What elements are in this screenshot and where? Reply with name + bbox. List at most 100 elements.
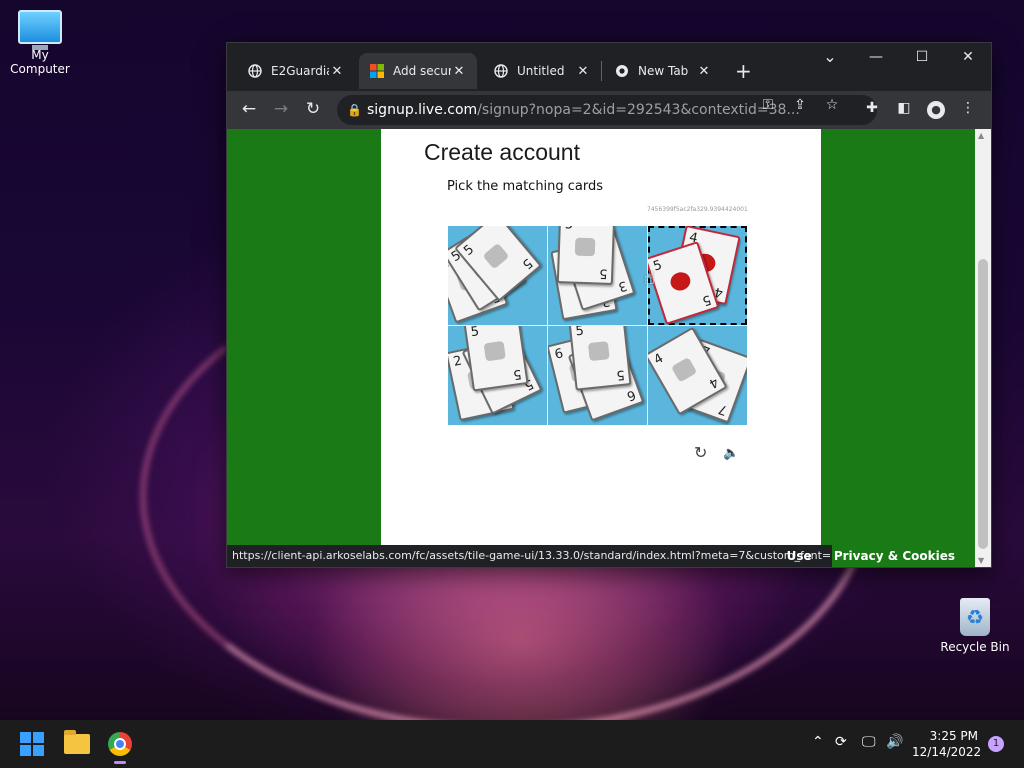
tab-label: New Tab — [638, 64, 689, 78]
card-number: 5 — [565, 226, 574, 233]
browser-toolbar: ← → ↻ 🔒 signup.live.com /signup?nopa=2&i… — [227, 91, 991, 129]
sync-icon[interactable]: ⟳ — [835, 734, 847, 750]
scroll-thumb[interactable] — [978, 259, 988, 549]
footer-links: Use Privacy & Cookies — [769, 549, 955, 563]
challenge-prompt: Pick the matching cards — [447, 179, 604, 194]
desktop-icon-my-computer[interactable]: My Computer — [0, 10, 80, 76]
close-window-button[interactable]: ✕ — [945, 49, 991, 65]
tab-strip: E2Guardian ✕ Add security info ✕ Untitle… — [227, 43, 991, 91]
profile-avatar-icon[interactable]: ● — [927, 101, 945, 119]
lock-icon: 🔒 — [347, 103, 362, 117]
minimize-button[interactable]: — — [853, 49, 899, 65]
card-number: 5 — [598, 265, 608, 281]
star-icon — [574, 237, 596, 257]
tab-label: Add security info — [393, 64, 451, 78]
vertical-scrollbar[interactable]: ▲ ▼ — [975, 129, 991, 567]
signup-panel: Create account Pick the matching cards 7… — [381, 129, 821, 567]
tab-new-tab[interactable]: New Tab ✕ — [604, 53, 722, 89]
face-icon — [482, 242, 510, 270]
chrome-taskbar-button[interactable] — [104, 728, 136, 764]
chrome-icon — [108, 732, 132, 756]
bug-icon — [668, 269, 693, 294]
new-tab-button[interactable]: + — [735, 59, 752, 83]
captcha-tile[interactable]: 225555 — [448, 326, 547, 425]
card-number: 6 — [553, 346, 565, 363]
tab-search-button[interactable]: ⌄ — [807, 47, 853, 66]
tab-add-security-info[interactable]: Add security info ✕ — [359, 53, 477, 89]
scroll-up-icon[interactable]: ▲ — [978, 131, 984, 140]
scroll-down-icon[interactable]: ▼ — [978, 556, 984, 565]
active-indicator — [114, 761, 126, 764]
reload-button[interactable]: ↻ — [301, 99, 325, 119]
start-button[interactable] — [16, 728, 48, 760]
card-number: 6 — [624, 386, 638, 404]
captcha-tile-grid: 55555533335544552255556666557744 — [448, 226, 747, 425]
volume-icon[interactable]: 🔊 — [886, 734, 903, 750]
card-number: 3 — [615, 277, 629, 295]
tab-close-icon[interactable]: ✕ — [451, 64, 467, 79]
card-number: 5 — [518, 255, 535, 272]
tab-untitled[interactable]: Untitled ✕ — [483, 53, 601, 89]
recycle-bin-icon: ♻ — [960, 598, 990, 636]
clock-date: 12/14/2022 — [912, 745, 982, 759]
maximize-button[interactable]: ☐ — [899, 49, 945, 65]
card-number: 7 — [716, 400, 730, 418]
hand-cursor-icon: ☝ — [644, 268, 655, 289]
captcha-tile[interactable]: 7744 — [648, 326, 747, 425]
tab-close-icon[interactable]: ✕ — [329, 64, 345, 79]
bookmark-star-icon[interactable]: ☆ — [821, 97, 843, 113]
face-icon — [670, 356, 698, 383]
card-number: 5 — [461, 242, 478, 259]
folder-icon — [64, 730, 90, 754]
card-number: 5 — [615, 366, 626, 383]
tab-label: E2Guardian — [271, 64, 329, 78]
file-explorer-button[interactable] — [61, 728, 93, 760]
share-icon[interactable]: ⇪ — [789, 97, 811, 113]
audio-challenge-icon[interactable]: 🔈 — [723, 446, 739, 461]
playing-card: 55 — [568, 326, 632, 391]
extensions-icon[interactable]: ✚ — [861, 100, 883, 116]
privacy-cookies-link[interactable]: Privacy & Cookies — [834, 549, 955, 563]
card-number: 5 — [469, 326, 481, 341]
playing-card: 55 — [556, 226, 616, 285]
card-number: 4 — [651, 351, 667, 369]
show-hidden-icons-chevron-icon[interactable]: ⌃ — [812, 734, 824, 750]
microsoft-icon — [369, 63, 385, 79]
desktop-icon-label: My Computer — [10, 48, 70, 76]
card-number: 4 — [705, 373, 721, 391]
clock-time: 3:25 PM — [929, 729, 978, 743]
tab-separator — [601, 61, 602, 81]
taskbar: ⌃ ⟳ 🖵 🔊 3:25 PM 12/14/2022 1 — [0, 720, 1024, 768]
captcha-tile[interactable]: 555555 — [448, 226, 547, 325]
captcha-tile[interactable]: 666655 — [548, 326, 647, 425]
card-number: 5 — [699, 291, 713, 309]
page-viewport: Create account Pick the matching cards 7… — [227, 129, 975, 567]
use-link[interactable]: Use — [787, 549, 812, 563]
forward-button[interactable]: → — [269, 99, 293, 119]
tab-close-icon[interactable]: ✕ — [696, 64, 712, 79]
card-number: 5 — [511, 365, 523, 382]
captcha-tile[interactable]: 333355 — [548, 226, 647, 325]
refresh-icon[interactable]: ↻ — [694, 443, 707, 462]
page-title: Create account — [424, 139, 580, 165]
tab-label: Untitled — [517, 64, 565, 78]
system-clock[interactable]: 3:25 PM 12/14/2022 — [912, 728, 982, 760]
windows-logo-icon — [20, 732, 44, 756]
back-button[interactable]: ← — [237, 99, 261, 119]
computer-icon — [18, 10, 62, 50]
card-number: 2 — [452, 353, 464, 370]
tab-e2guardian[interactable]: E2Guardian ✕ — [237, 53, 355, 89]
desktop-icon-recycle-bin[interactable]: ♻ Recycle Bin — [935, 598, 1015, 654]
notification-badge[interactable]: 1 — [988, 736, 1004, 752]
menu-kebab-icon[interactable]: ⋮ — [957, 100, 979, 116]
tab-close-icon[interactable]: ✕ — [575, 64, 591, 79]
globe-icon — [247, 63, 263, 79]
globe-icon — [493, 63, 509, 79]
side-panel-icon[interactable]: ◧ — [893, 100, 915, 116]
captcha-tile[interactable]: 4455 — [648, 226, 747, 325]
card-number: 5 — [574, 326, 585, 340]
session-id: 7456399f5ac2fa329.9394424001 — [647, 206, 748, 213]
address-path: /signup?nopa=2&id=292543&contextid=38... — [477, 102, 800, 118]
key-icon[interactable]: ⚿ — [757, 97, 779, 113]
network-icon[interactable]: 🖵 — [862, 734, 876, 750]
